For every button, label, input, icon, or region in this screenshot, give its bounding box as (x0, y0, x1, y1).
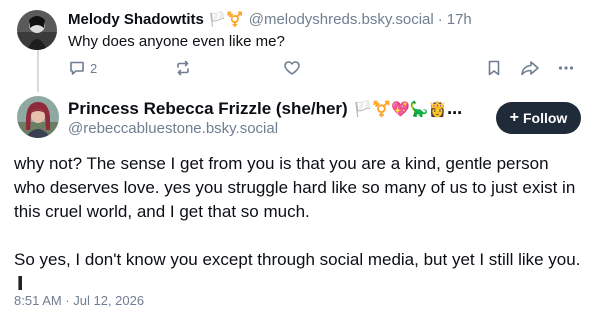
share-icon (520, 59, 540, 77)
share-button[interactable] (520, 57, 540, 79)
main-author-name[interactable]: Princess Rebecca Frizzle (she/her) (68, 99, 348, 119)
parent-author-handle[interactable]: @melodyshreds.bsky.social (249, 11, 434, 28)
reply-button[interactable]: 2 (68, 57, 97, 79)
main-author-handle[interactable]: @rebeccabluestone.bsky.social (68, 120, 278, 137)
reply-icon (68, 59, 86, 77)
unrendered-emoji-glyph (18, 276, 22, 290)
main-post-paragraph-1: why not? The sense I get from you is tha… (14, 154, 576, 221)
follow-label: Follow (523, 110, 568, 126)
repost-icon (174, 59, 192, 77)
main-author-emoji: 🏳️⚧️💖🦕👸… (353, 100, 463, 118)
parent-post-time[interactable]: 17h (447, 11, 472, 28)
main-post-paragraph-2-text: So yes, I don't know you except through … (14, 250, 581, 269)
main-author-avatar[interactable] (17, 96, 59, 138)
more-icon (557, 59, 575, 77)
repost-button[interactable] (174, 57, 192, 79)
like-button[interactable] (283, 57, 301, 79)
reply-count: 2 (90, 60, 98, 76)
parent-author-flags: 🏳️⚧️ (208, 10, 244, 27)
parent-author-avatar[interactable] (17, 10, 57, 50)
more-options-button[interactable] (557, 57, 575, 79)
main-post-name-row: Princess Rebecca Frizzle (she/her) 🏳️⚧️💖… (68, 98, 462, 120)
header-separator: · (437, 10, 443, 28)
follow-button[interactable]: + Follow (496, 102, 581, 134)
parent-post-actions: 2 (68, 57, 578, 79)
parent-post-header: Melody Shadowtits 🏳️⚧️ @melodyshreds.bsk… (68, 9, 472, 29)
main-post-body: why not? The sense I get from you is tha… (14, 152, 584, 296)
parent-author-name[interactable]: Melody Shadowtits (68, 11, 204, 28)
parent-post-text: Why does anyone even like me? (68, 33, 285, 50)
main-post-paragraph-2: So yes, I don't know you except through … (14, 248, 584, 296)
thread-connector-line (37, 50, 39, 92)
main-post-timestamp[interactable]: 8:51 AM · Jul 12, 2026 (14, 293, 144, 308)
bookmark-button[interactable] (485, 57, 503, 79)
heart-icon (283, 59, 301, 77)
plus-icon: + (509, 109, 519, 126)
bookmark-icon (485, 59, 503, 77)
